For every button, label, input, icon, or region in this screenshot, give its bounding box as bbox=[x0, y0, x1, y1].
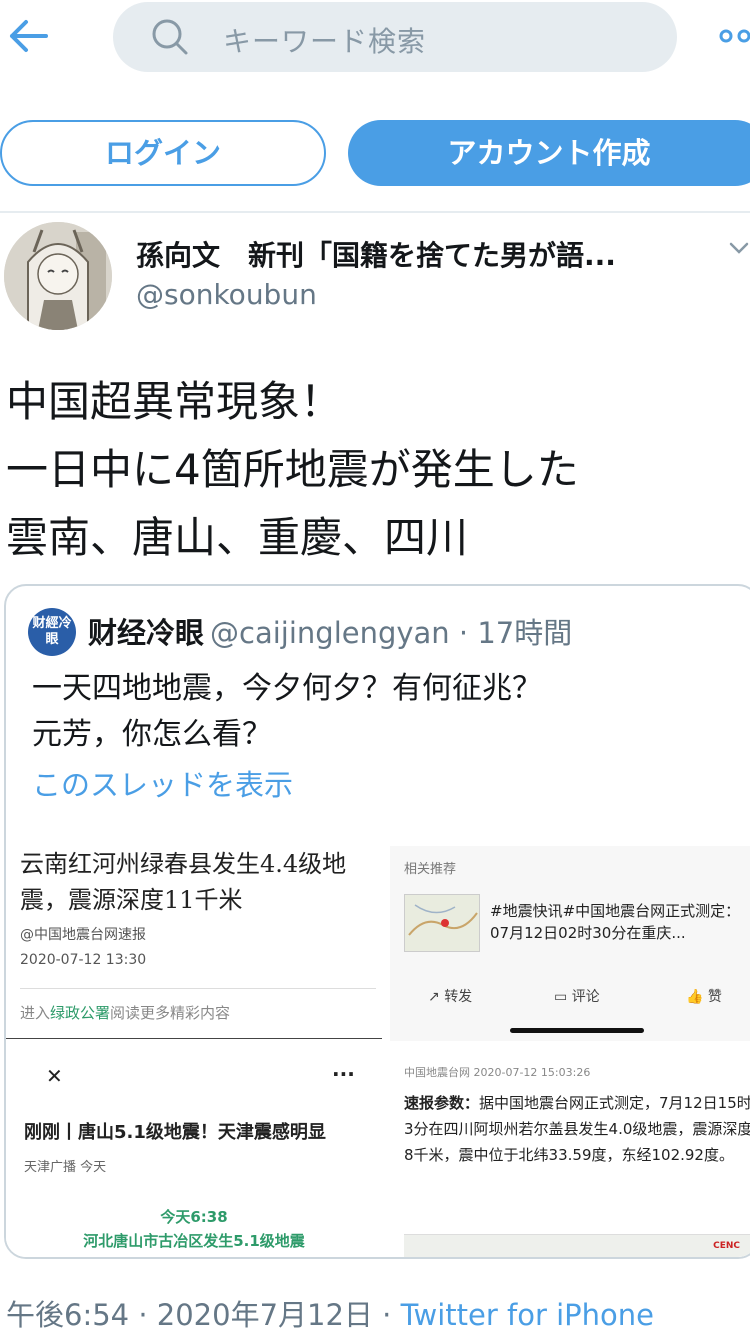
quote-text: 一天四地地震，今夕何夕？有何征兆？ 元芳，你怎么看？ bbox=[32, 666, 732, 758]
m2-action-bar: ↗ 转发 ▭ 评论 👍 赞 bbox=[390, 976, 750, 1016]
m4-map-strip: CENC bbox=[404, 1234, 750, 1257]
m3-source: 天津广播 今天 bbox=[24, 1160, 107, 1175]
chevron-down-icon[interactable] bbox=[728, 238, 750, 258]
m4-label: 速报参数： bbox=[404, 1094, 480, 1112]
m2-header: 相关推荐 bbox=[404, 862, 457, 877]
display-name[interactable]: 孫向文 新刊「国籍を捨てた男が語... bbox=[136, 234, 676, 274]
quote-line: 元芳，你怎么看？ bbox=[32, 717, 272, 752]
tweet-source-link[interactable]: Twitter for iPhone bbox=[401, 1298, 654, 1332]
m2-like-label: 赞 bbox=[707, 989, 722, 1005]
m2-text: #地震快讯#中国地震台网正式测定：07月12日02时30分在重庆... bbox=[490, 902, 741, 942]
m4-header: 中国地震台网 2020-07-12 15:03:26 bbox=[404, 1066, 591, 1079]
quote-avatar: 财經冷眼 bbox=[28, 608, 76, 656]
m4-text: 速报参数：据中国地震台网正式测定，7月12日15时3分在四川阿坝州若尔盖县发生4… bbox=[404, 1090, 750, 1168]
top-bar: キーワード検索 bbox=[0, 0, 750, 72]
search-icon bbox=[151, 18, 189, 56]
tweet-line: 中国超異常現象！ bbox=[6, 377, 343, 426]
quote-line: 一天四地地震，今夕何夕？有何征兆？ bbox=[32, 671, 542, 706]
m3-time: 今天6:38 bbox=[160, 1208, 228, 1226]
m1-title: 云南红河州绿春县发生4.4级地震，震源深度11千米 bbox=[20, 850, 347, 914]
tweet-line: 雲南、唐山、重慶、四川 bbox=[6, 513, 469, 562]
m3-top-strip bbox=[6, 1038, 382, 1050]
tweet-text: 中国超異常現象！ 一日中に4箇所地震が発生した 雲南、唐山、重慶、四川 bbox=[6, 368, 746, 572]
username[interactable]: @sonkoubun bbox=[136, 278, 317, 311]
m1-link-suffix: 阅读更多精彩内容 bbox=[110, 1004, 231, 1022]
m2-comment: ▭ 评论 bbox=[554, 989, 600, 1005]
home-indicator bbox=[510, 1028, 644, 1033]
media-image-4[interactable]: 中国地震台网 2020-07-12 15:03:26 速报参数：据中国地震台网正… bbox=[390, 1050, 750, 1257]
m1-link-highlight: 绿政公署 bbox=[50, 1004, 111, 1022]
signup-button[interactable]: アカウント作成 bbox=[348, 120, 750, 186]
m2-map-thumbnail bbox=[404, 894, 480, 952]
m3-subtitle: 河北唐山市古冶区发生5.1级地震 bbox=[83, 1232, 305, 1250]
search-input[interactable]: キーワード検索 bbox=[113, 2, 677, 72]
login-button[interactable]: ログイン bbox=[0, 120, 326, 186]
media-image-1[interactable]: 云南红河州绿春县发生4.4级地震，震源深度11千米 @中国地震台网速报 2020… bbox=[6, 828, 382, 1038]
divider bbox=[0, 211, 750, 213]
m3-title: 刚刚丨唐山5.1级地震！天津震感明显 bbox=[24, 1122, 326, 1143]
close-icon: ✕ bbox=[46, 1064, 63, 1088]
m1-link-prefix: 进入 bbox=[20, 1004, 51, 1022]
tweet-line: 一日中に4箇所地震が発生した bbox=[6, 445, 579, 494]
quote-handle-time: @caijinglengyan · 17時間 bbox=[210, 616, 573, 650]
m1-source: @中国地震台网速报 bbox=[20, 927, 146, 943]
quote-author-name: 财经冷眼 bbox=[88, 616, 205, 650]
m1-divider bbox=[20, 988, 376, 989]
quoted-tweet-card[interactable]: 财經冷眼 财经冷眼 @caijinglengyan · 17時間 一天四地地震，今… bbox=[4, 584, 750, 1259]
media-image-3[interactable]: ✕ ··· 刚刚丨唐山5.1级地震！天津震感明显 天津广播 今天 今天6:38 … bbox=[6, 1038, 382, 1257]
show-thread-link[interactable]: このスレッドを表示 bbox=[32, 762, 293, 804]
m2-like: 👍 赞 bbox=[686, 989, 722, 1005]
m1-date: 2020-07-12 13:30 bbox=[20, 952, 147, 968]
search-placeholder: キーワード検索 bbox=[223, 25, 427, 58]
m2-comment-label: 评论 bbox=[571, 989, 600, 1005]
quote-header: 财经冷眼 @caijinglengyan · 17時間 bbox=[88, 610, 572, 652]
media-image-2[interactable]: 相关推荐 #地震快讯#中国地震台网正式测定：07月12日02时30分在重庆...… bbox=[390, 846, 750, 1041]
cenc-logo: CENC bbox=[713, 1241, 740, 1251]
more-icon[interactable] bbox=[718, 26, 750, 46]
media-collage[interactable]: 云南红河州绿春县发生4.4级地震，震源深度11千米 @中国地震台网速报 2020… bbox=[6, 828, 750, 1257]
avatar[interactable] bbox=[4, 222, 112, 330]
more-dots-icon: ··· bbox=[332, 1062, 355, 1086]
m1-link: 进入绿政公署阅读更多精彩内容 bbox=[20, 1002, 230, 1023]
tweet-meta: 午後6:54 · 2020年7月12日 · Twitter for iPhone bbox=[6, 1292, 654, 1334]
m2-repost-label: 转发 bbox=[444, 989, 473, 1005]
tweet-timestamp: 午後6:54 · 2020年7月12日 · bbox=[6, 1298, 401, 1332]
m2-repost: ↗ 转发 bbox=[428, 989, 473, 1005]
back-arrow-icon[interactable] bbox=[6, 14, 50, 58]
